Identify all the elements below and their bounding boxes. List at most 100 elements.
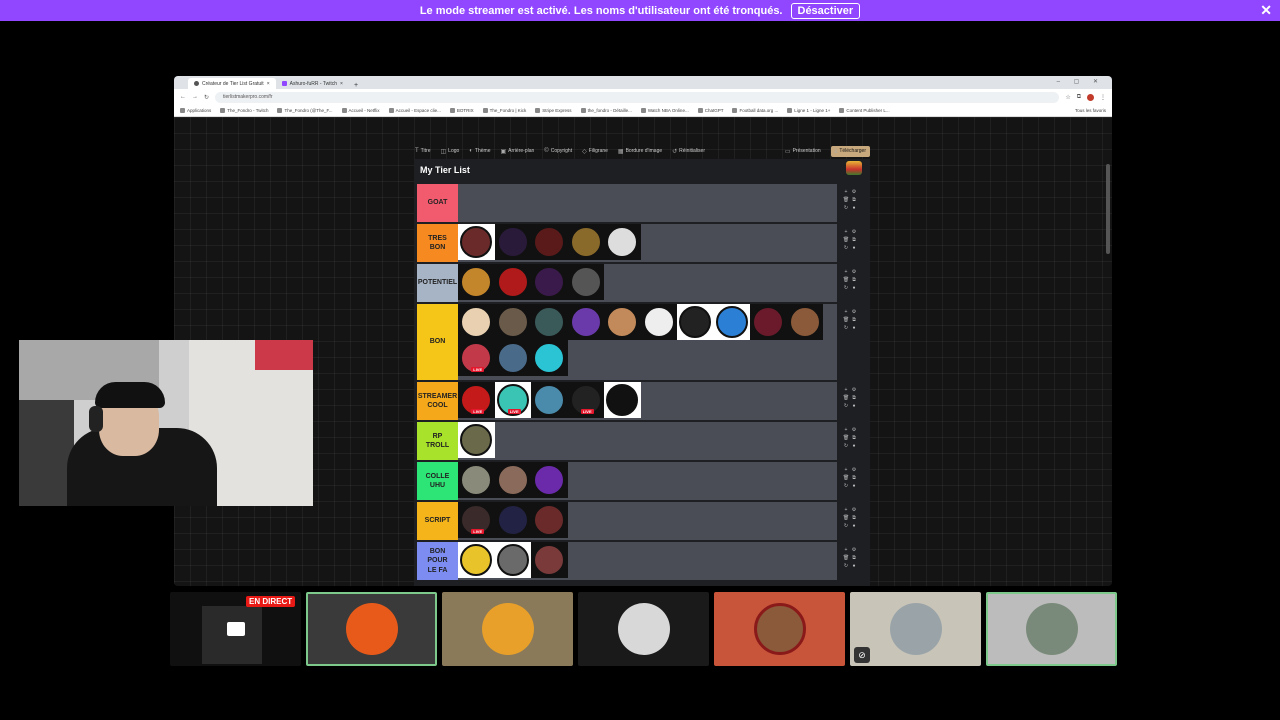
- tab-tierlist[interactable]: Créateur de Tier List Gratuit ×: [188, 78, 276, 89]
- toolbar-item[interactable]: ▦ Bordure d'image: [618, 148, 662, 155]
- tier-item[interactable]: [494, 304, 531, 340]
- add-tier-icon[interactable]: +: [842, 229, 850, 235]
- tier-item[interactable]: [494, 502, 531, 538]
- profile-icon[interactable]: [1087, 93, 1094, 101]
- copy-icon[interactable]: ⧉: [850, 395, 858, 401]
- bookmark-item[interactable]: The_Fondro - Twitch: [220, 108, 268, 114]
- settings-icon[interactable]: ⚙: [850, 189, 858, 195]
- url-field[interactable]: tierlistmakerpro.com/fr: [215, 91, 1060, 103]
- tier-item[interactable]: [531, 340, 568, 376]
- all-bookmarks-link[interactable]: Tous les favoris: [1075, 108, 1106, 113]
- tier-item[interactable]: LIVE: [567, 382, 604, 418]
- tier-item[interactable]: [494, 542, 531, 578]
- color-icon[interactable]: ●: [850, 205, 858, 211]
- tile-participant-1[interactable]: [306, 592, 437, 666]
- delete-icon[interactable]: 🗑: [842, 197, 850, 203]
- toolbar-item[interactable]: ◇ Filigrane: [582, 148, 608, 155]
- toolbar-item[interactable]: T Titre: [415, 148, 431, 154]
- tier-item[interactable]: [531, 382, 568, 418]
- bookmark-item[interactable]: Football data.org ...: [732, 108, 778, 114]
- copy-icon[interactable]: ⧉: [850, 555, 858, 561]
- settings-icon[interactable]: ⚙: [850, 309, 858, 315]
- tier-item[interactable]: [531, 304, 568, 340]
- tile-participant-4[interactable]: [714, 592, 845, 666]
- copy-icon[interactable]: ⧉: [850, 237, 858, 243]
- tier-label[interactable]: BON: [417, 304, 458, 380]
- settings-icon[interactable]: ⚙: [850, 387, 858, 393]
- rotate-icon[interactable]: ↻: [842, 483, 850, 489]
- new-tab-button[interactable]: +: [349, 82, 363, 89]
- delete-icon[interactable]: 🗑: [842, 317, 850, 323]
- tile-participant-5[interactable]: ⊘: [850, 592, 981, 666]
- delete-icon[interactable]: 🗑: [842, 395, 850, 401]
- settings-icon[interactable]: ⚙: [850, 427, 858, 433]
- tier-item[interactable]: [750, 304, 787, 340]
- tier-item[interactable]: [531, 462, 568, 498]
- color-icon[interactable]: ●: [850, 563, 858, 569]
- tier-label[interactable]: STREAMER COOL: [417, 382, 458, 420]
- tier-item[interactable]: [494, 340, 531, 376]
- tier-item[interactable]: [531, 542, 568, 578]
- bookmark-item[interactable]: the_fondro - Détaille...: [580, 108, 632, 114]
- tier-item[interactable]: [531, 264, 568, 300]
- color-icon[interactable]: ●: [850, 325, 858, 331]
- copy-icon[interactable]: ⧉: [850, 277, 858, 283]
- rotate-icon[interactable]: ↻: [842, 523, 850, 529]
- close-tab-icon[interactable]: ×: [340, 81, 343, 87]
- color-icon[interactable]: ●: [850, 403, 858, 409]
- tile-participant-2[interactable]: [442, 592, 573, 666]
- tier-item[interactable]: [531, 224, 568, 260]
- tier-item[interactable]: LIVE: [458, 502, 495, 538]
- tier-item[interactable]: [494, 462, 531, 498]
- tier-label[interactable]: RP TROLL: [417, 422, 458, 460]
- tab-twitch[interactable]: Ashuro-fuRR - Twitch ×: [276, 78, 349, 89]
- add-tier-icon[interactable]: +: [842, 189, 850, 195]
- copy-icon[interactable]: ⧉: [850, 475, 858, 481]
- tier-item[interactable]: [713, 304, 750, 340]
- delete-icon[interactable]: 🗑: [842, 435, 850, 441]
- color-icon[interactable]: ●: [850, 245, 858, 251]
- delete-icon[interactable]: 🗑: [842, 555, 850, 561]
- settings-icon[interactable]: ⚙: [850, 269, 858, 275]
- tier-item[interactable]: [458, 422, 495, 458]
- tier-item[interactable]: [677, 304, 714, 340]
- window-controls[interactable]: – ▢ ✕: [1057, 78, 1104, 85]
- bookmark-item[interactable]: BOTRIX: [449, 108, 474, 114]
- bookmark-item[interactable]: The_Fondro (@The_F...: [277, 108, 333, 114]
- add-tier-icon[interactable]: +: [842, 309, 850, 315]
- tier-item[interactable]: LIVE: [458, 382, 495, 418]
- toolbar-item[interactable]: ▣ Arrière-plan: [500, 148, 534, 155]
- color-icon[interactable]: ●: [850, 483, 858, 489]
- bookmark-star-icon[interactable]: ☆: [1065, 94, 1070, 101]
- toolbar-item[interactable]: ◐ Thème: [469, 148, 490, 154]
- settings-icon[interactable]: ⚙: [850, 547, 858, 553]
- delete-icon[interactable]: 🗑: [842, 237, 850, 243]
- color-icon[interactable]: ●: [850, 285, 858, 291]
- tier-item[interactable]: [604, 382, 641, 418]
- tier-label[interactable]: POTENTIEL: [417, 264, 458, 302]
- download-button[interactable]: ⤓ Télécharger: [830, 145, 870, 157]
- rotate-icon[interactable]: ↻: [842, 563, 850, 569]
- tier-item[interactable]: [567, 304, 604, 340]
- delete-icon[interactable]: 🗑: [842, 277, 850, 283]
- add-tier-icon[interactable]: +: [842, 547, 850, 553]
- settings-icon[interactable]: ⚙: [850, 507, 858, 513]
- bookmark-item[interactable]: Stripe Express: [535, 108, 572, 114]
- tier-label[interactable]: COLLE UHU: [417, 462, 458, 500]
- disable-streamer-mode-button[interactable]: Désactiver: [790, 2, 861, 19]
- rotate-icon[interactable]: ↻: [842, 403, 850, 409]
- tier-item[interactable]: [458, 462, 495, 498]
- rotate-icon[interactable]: ↻: [842, 325, 850, 331]
- add-tier-icon[interactable]: +: [842, 427, 850, 433]
- copy-icon[interactable]: ⧉: [850, 317, 858, 323]
- toolbar-item[interactable]: ↺ Réinitialiser: [672, 148, 705, 155]
- tier-item[interactable]: [494, 264, 531, 300]
- toolbar-item[interactable]: ◫ Logo: [441, 148, 460, 155]
- delete-icon[interactable]: 🗑: [842, 515, 850, 521]
- add-tier-icon[interactable]: +: [842, 387, 850, 393]
- copy-icon[interactable]: ⧉: [850, 197, 858, 203]
- add-tier-icon[interactable]: +: [842, 269, 850, 275]
- copy-icon[interactable]: ⧉: [850, 515, 858, 521]
- tile-screen-share[interactable]: EN DIRECT: [170, 592, 301, 666]
- settings-icon[interactable]: ⚙: [850, 467, 858, 473]
